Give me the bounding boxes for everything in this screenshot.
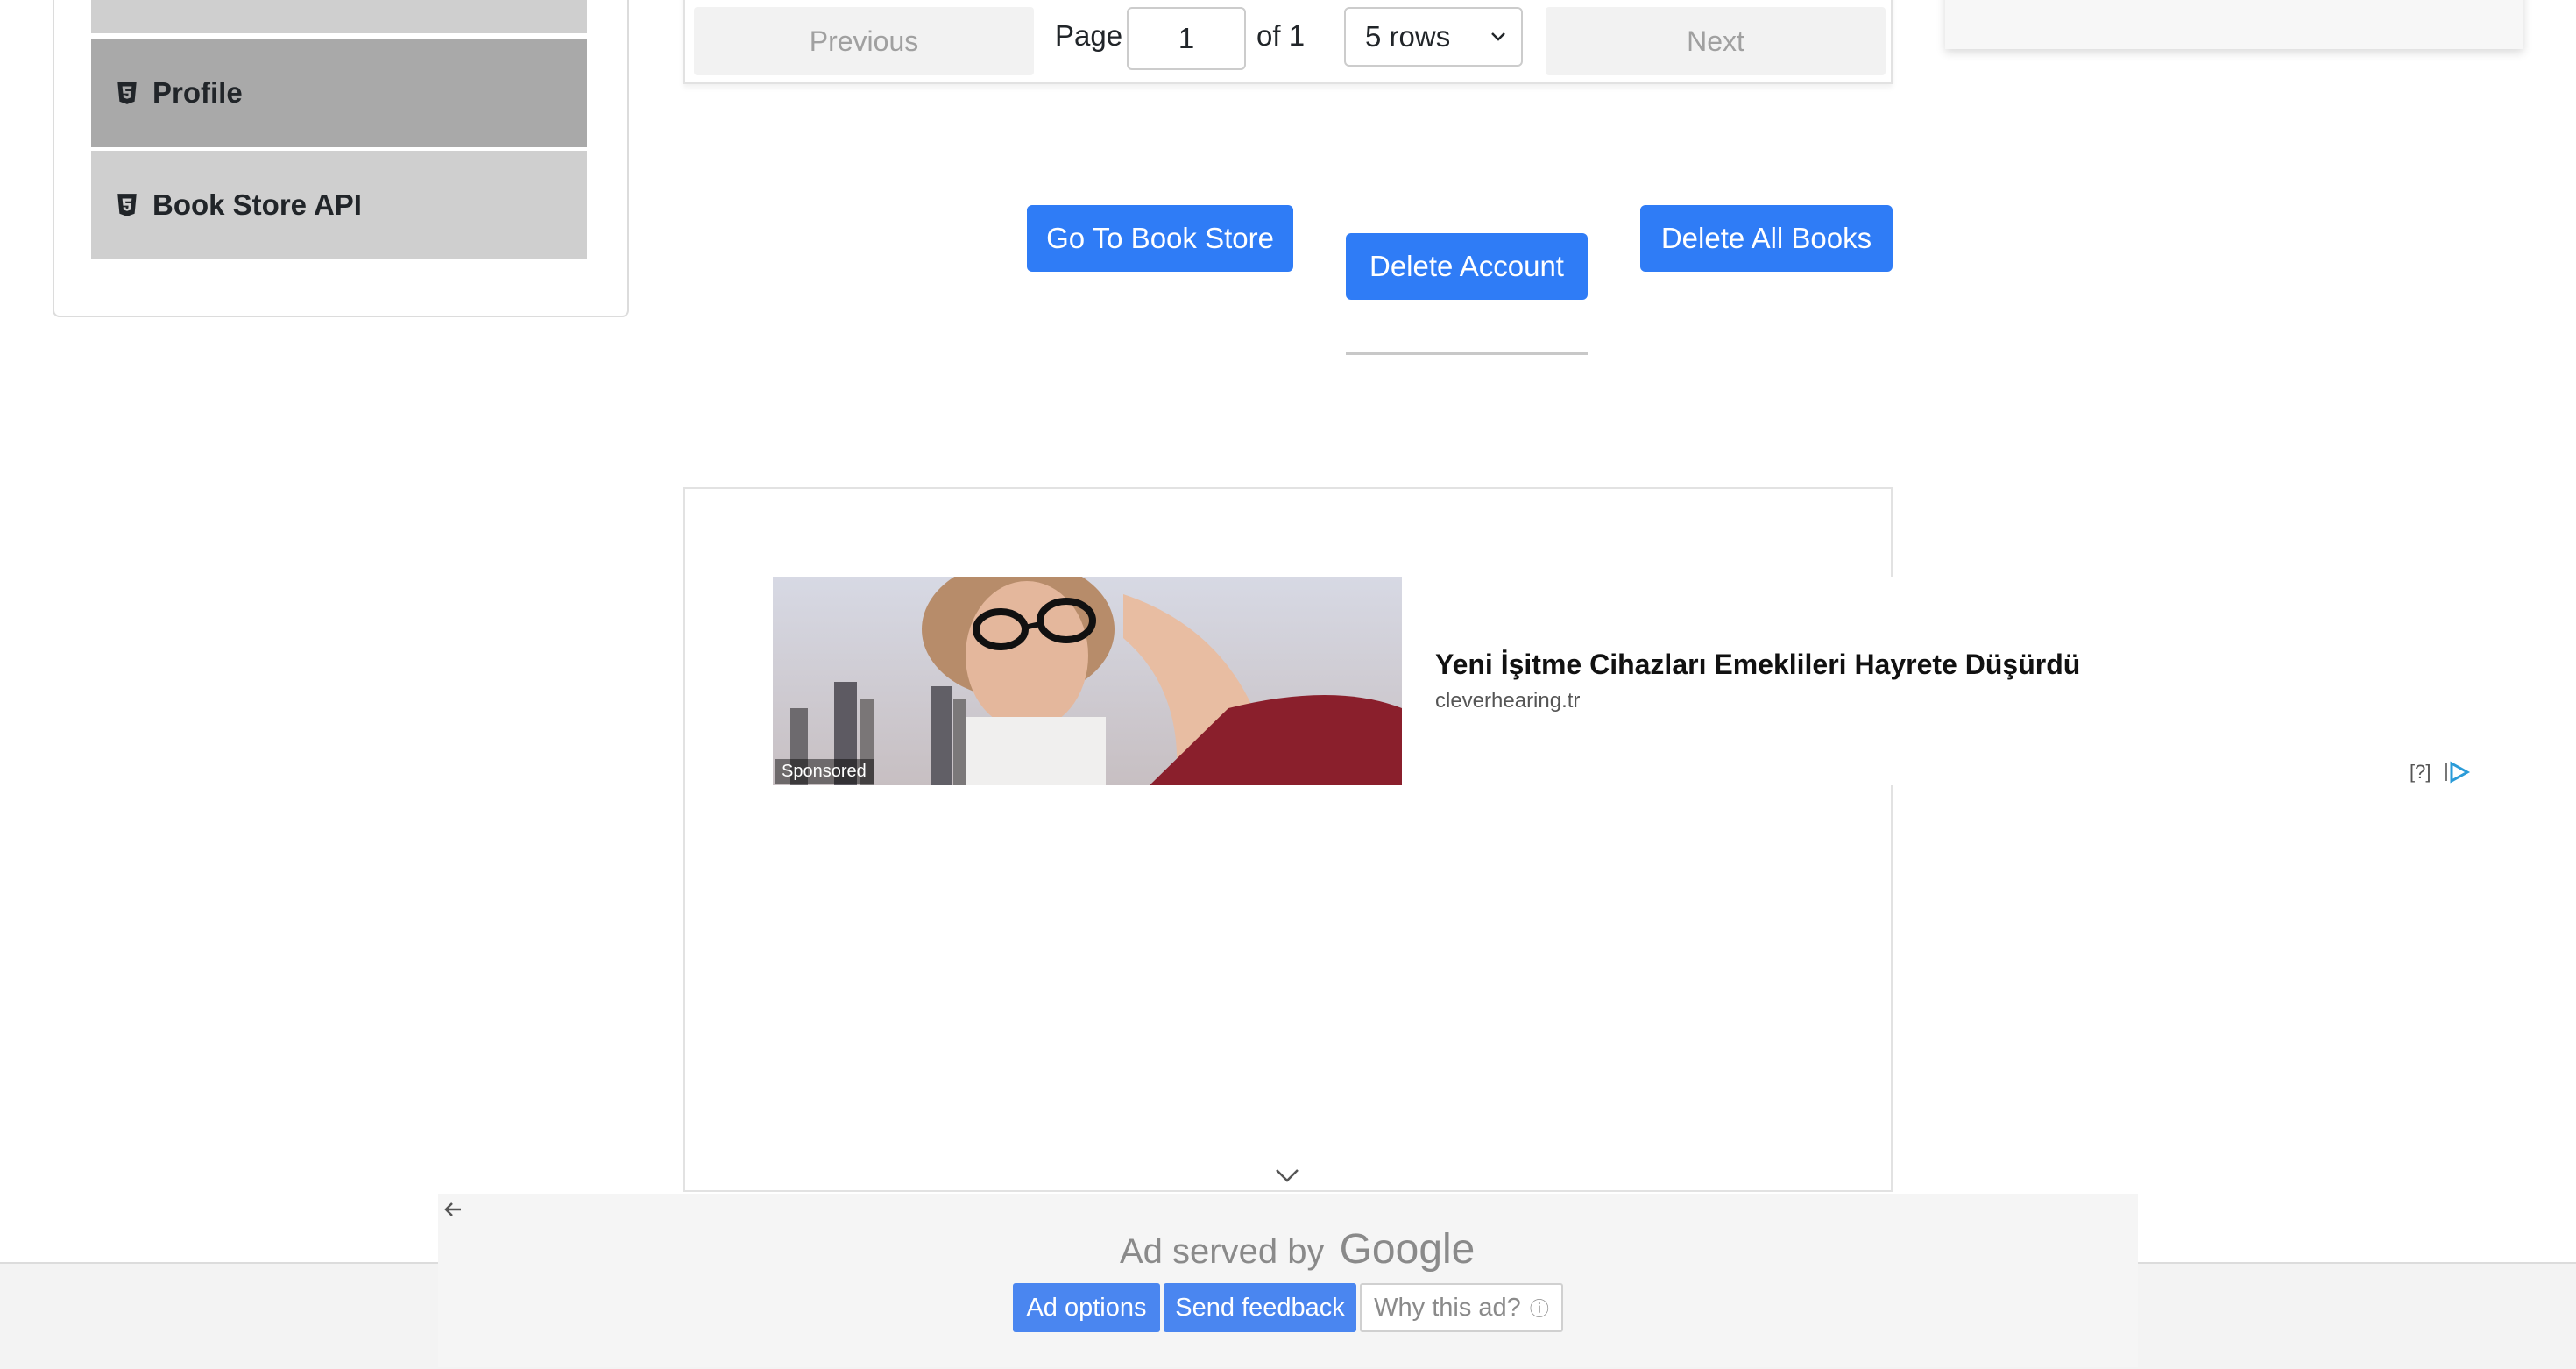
go-to-book-store-button[interactable]: Go To Book Store bbox=[1027, 205, 1293, 272]
sidebar-item-label: Profile bbox=[152, 76, 243, 109]
divider-line bbox=[1346, 352, 1588, 355]
previous-button[interactable]: Previous bbox=[694, 7, 1034, 75]
page-label: Page bbox=[1055, 19, 1123, 52]
sidebar-item-label: Book Store API bbox=[152, 188, 362, 221]
sidebar-item-previous[interactable] bbox=[91, 0, 587, 33]
ad-photo bbox=[773, 577, 1402, 785]
why-this-ad-button[interactable]: Why this ad? ⓘ bbox=[1360, 1283, 1563, 1332]
adchoices-icon[interactable] bbox=[2445, 761, 2471, 784]
sidebar-item-book-store-api[interactable]: Book Store API bbox=[91, 151, 587, 259]
google-logo-text: Google bbox=[1339, 1226, 1476, 1273]
send-feedback-button[interactable]: Send feedback bbox=[1164, 1283, 1356, 1332]
why-this-ad-label: Why this ad? bbox=[1374, 1293, 1521, 1322]
ad-domain[interactable]: cleverhearing.tr bbox=[1435, 689, 1580, 713]
page-number-input[interactable] bbox=[1127, 7, 1246, 70]
sidebar-item-profile[interactable]: Profile bbox=[91, 39, 587, 147]
html5-icon bbox=[117, 82, 137, 104]
right-ad-card bbox=[1945, 0, 2523, 49]
ad-headline[interactable]: Yeni İşitme Cihazları Emeklileri Hayrete… bbox=[1435, 649, 2080, 681]
back-arrow-icon[interactable] bbox=[442, 1199, 464, 1220]
rows-selected-value: 5 rows bbox=[1365, 20, 1451, 53]
ad-options-button[interactable]: Ad options bbox=[1013, 1283, 1160, 1332]
ad-served-by-text: Ad served by Google bbox=[1120, 1225, 1475, 1273]
ad-help-link[interactable]: [?] bbox=[2410, 761, 2431, 784]
delete-account-button[interactable]: Delete Account bbox=[1346, 233, 1588, 300]
chevron-down-icon bbox=[1491, 32, 1505, 41]
ad-feedback-overlay bbox=[438, 1194, 2138, 1367]
rows-per-page-select[interactable]: 5 rows bbox=[1344, 7, 1523, 67]
info-icon: ⓘ bbox=[1529, 1298, 1549, 1320]
sponsored-badge: Sponsored bbox=[775, 759, 874, 784]
html5-icon bbox=[117, 194, 137, 216]
ad-image[interactable] bbox=[773, 577, 1402, 785]
page-total-label: of 1 bbox=[1256, 19, 1306, 52]
chevron-down-icon[interactable] bbox=[1274, 1166, 1300, 1185]
pagination-bar: Previous Page of 1 5 rows Next bbox=[683, 0, 1893, 84]
ad-text-panel[interactable] bbox=[1402, 577, 2190, 785]
delete-all-books-button[interactable]: Delete All Books bbox=[1640, 205, 1893, 272]
next-button[interactable]: Next bbox=[1546, 7, 1886, 75]
ad-served-label: Ad served by bbox=[1120, 1232, 1325, 1271]
